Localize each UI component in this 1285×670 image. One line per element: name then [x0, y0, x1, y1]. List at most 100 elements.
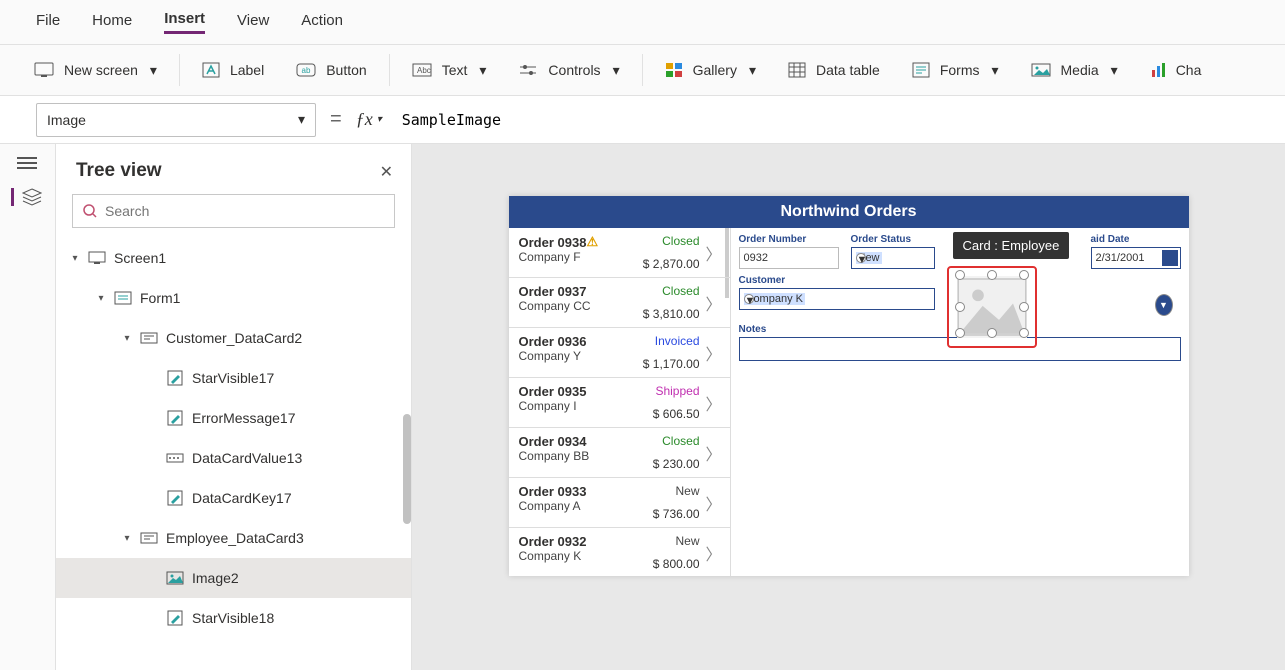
edit-icon [166, 489, 184, 507]
caret-icon: ▾ [96, 293, 106, 304]
media-button[interactable]: Media ▾ [1017, 56, 1132, 85]
chevron-right-icon: 〉 [705, 541, 721, 565]
tree-node-employee_datacard3[interactable]: ▾Employee_DataCard3 [56, 518, 411, 558]
close-icon[interactable]: ✕ [380, 162, 393, 182]
employee-dropdown[interactable]: ▼ [1155, 294, 1181, 316]
order-item[interactable]: Order 0933Company ANew$ 736.00〉 [509, 478, 730, 528]
controls-button[interactable]: Controls ▾ [504, 56, 633, 85]
tree-node-form1[interactable]: ▾Form1 [56, 278, 411, 318]
edit-icon [166, 369, 184, 387]
order-status: New [675, 484, 699, 498]
screen-icon [34, 62, 54, 78]
order-item[interactable]: Order 0934Company BBClosed$ 230.00〉 [509, 428, 730, 478]
left-rail [0, 144, 56, 670]
resize-handle[interactable] [1019, 328, 1029, 338]
chevron-down-icon: ▾ [991, 62, 998, 79]
menu-view[interactable]: View [237, 12, 269, 33]
tree-search-input[interactable] [105, 203, 384, 219]
edit-icon [166, 409, 184, 427]
fx-button[interactable]: ƒx ▾ [356, 109, 382, 130]
svg-text:Abc: Abc [417, 66, 431, 75]
warning-icon: ⚠ [586, 234, 598, 249]
tree-search[interactable] [72, 194, 395, 228]
forms-button[interactable]: Forms ▾ [898, 56, 1013, 85]
resize-handle[interactable] [955, 270, 965, 280]
form-icon [114, 289, 132, 307]
menu-home[interactable]: Home [92, 12, 132, 33]
charts-button[interactable]: Cha [1136, 56, 1216, 84]
tree-node-customer_datacard2[interactable]: ▾Customer_DataCard2 [56, 318, 411, 358]
order-amount: $ 230.00 [653, 457, 700, 471]
resize-handle[interactable] [955, 302, 965, 312]
app-title: Northwind Orders [509, 196, 1189, 228]
data-table-button[interactable]: Data table [774, 56, 894, 84]
resize-handle[interactable] [987, 270, 997, 280]
order-status: Closed [662, 284, 699, 298]
card-icon [140, 529, 158, 547]
label-text: Label [230, 62, 264, 78]
order-status: New [675, 534, 699, 548]
tree-node-label: Image2 [192, 570, 239, 586]
tree-node-errormessage17[interactable]: ErrorMessage17 [56, 398, 411, 438]
chevron-right-icon: 〉 [705, 341, 721, 365]
new-screen-button[interactable]: New screen ▾ [20, 56, 171, 85]
formula-input[interactable] [396, 105, 1249, 135]
button-button[interactable]: ab Button [282, 56, 380, 84]
order-item[interactable]: Order 0935Company IShipped$ 606.50〉 [509, 378, 730, 428]
chevron-down-icon: ▾ [749, 62, 756, 79]
customer-label: Customer [739, 275, 935, 286]
resize-handle[interactable] [1019, 270, 1029, 280]
label-icon [202, 62, 220, 78]
tree-node-image2[interactable]: Image2 [56, 558, 411, 598]
menu-file[interactable]: File [36, 12, 60, 33]
menu-action[interactable]: Action [301, 12, 343, 33]
order-number-label: Order Number [739, 234, 839, 245]
chevron-down-icon: ▼ [744, 294, 754, 304]
order-item[interactable]: Order 0936Company YInvoiced$ 1,170.00〉 [509, 328, 730, 378]
tree-view-title: Tree view [56, 144, 411, 194]
chevron-right-icon: 〉 [705, 241, 721, 265]
menu-bar: File Home Insert View Action [0, 0, 1285, 44]
tree-view-rail-button[interactable] [11, 188, 33, 206]
table-icon [788, 62, 806, 78]
paid-date-input[interactable]: 2/31/2001 [1091, 247, 1181, 269]
controls-label: Controls [548, 62, 600, 78]
menu-insert[interactable]: Insert [164, 10, 205, 34]
scrollbar-thumb[interactable] [403, 414, 411, 524]
order-status-dropdown[interactable]: New▼ [851, 247, 935, 269]
new-screen-label: New screen [64, 62, 138, 78]
resize-handle[interactable] [987, 328, 997, 338]
order-item[interactable]: Order 0938⚠Company FClosed$ 2,870.00〉 [509, 228, 730, 278]
order-amount: $ 606.50 [653, 407, 700, 421]
tree-node-datacardkey17[interactable]: DataCardKey17 [56, 478, 411, 518]
order-amount: $ 2,870.00 [643, 257, 700, 271]
tree-node-starvisible17[interactable]: StarVisible17 [56, 358, 411, 398]
order-gallery[interactable]: Order 0938⚠Company FClosed$ 2,870.00〉Ord… [509, 228, 731, 576]
property-selector[interactable]: Image ▾ [36, 103, 316, 137]
canvas[interactable]: Northwind Orders Order 0938⚠Company FClo… [412, 144, 1285, 670]
tree-node-starvisible18[interactable]: StarVisible18 [56, 598, 411, 638]
label-button[interactable]: Label [188, 56, 278, 84]
resize-handle[interactable] [955, 328, 965, 338]
tree-view-pane: Tree view ✕ ▾Screen1▾Form1▾Customer_Data… [56, 144, 412, 670]
tree-node-screen1[interactable]: ▾Screen1 [56, 238, 411, 278]
chevron-down-icon: ▾ [150, 62, 157, 79]
chevron-right-icon: 〉 [705, 491, 721, 515]
tree-node-datacardvalue13[interactable]: DataCardValue13 [56, 438, 411, 478]
gallery-label: Gallery [693, 62, 737, 78]
employee-image-card[interactable] [949, 268, 1035, 346]
order-item[interactable]: Order 0932Company KNew$ 800.00〉 [509, 528, 730, 576]
edit-icon [166, 609, 184, 627]
property-name: Image [47, 112, 86, 128]
text-button[interactable]: Abc Text ▾ [398, 56, 501, 85]
chevron-down-icon: ▼ [856, 253, 866, 263]
button-icon: ab [296, 63, 316, 77]
tree-node-label: StarVisible17 [192, 370, 274, 386]
resize-handle[interactable] [1019, 302, 1029, 312]
formula-bar: Image ▾ = ƒx ▾ [0, 96, 1285, 144]
customer-dropdown[interactable]: Company K▼ [739, 288, 935, 310]
order-item[interactable]: Order 0937Company CCClosed$ 3,810.00〉 [509, 278, 730, 328]
gallery-button[interactable]: Gallery ▾ [651, 56, 770, 85]
chevron-down-icon: ▾ [298, 111, 305, 128]
hamburger-button[interactable] [17, 156, 39, 174]
